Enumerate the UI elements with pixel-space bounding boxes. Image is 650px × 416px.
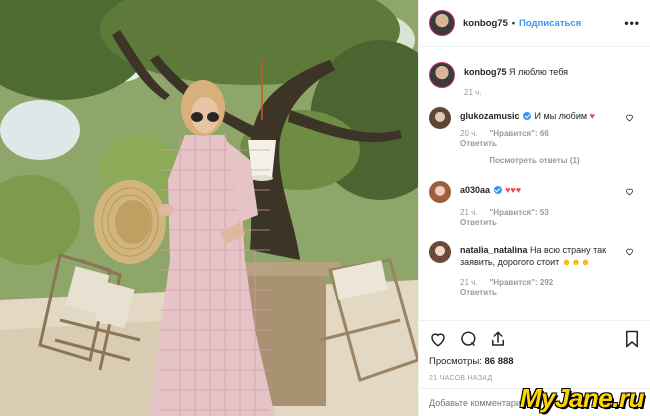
caption-time[interactable]: 21 ч.	[464, 88, 482, 97]
caption-message: Я люблю тебя	[509, 67, 569, 77]
share-icon[interactable]	[489, 330, 507, 348]
comment-meta: 21 ч. "Нравится": 53	[460, 208, 622, 217]
action-icons	[429, 327, 640, 351]
comment-likes[interactable]: "Нравится": 66	[490, 129, 549, 138]
heart-emoji: ♥♥♥	[505, 185, 522, 195]
comment-like-icon[interactable]	[625, 247, 634, 256]
caption-username[interactable]: konbog75	[464, 67, 507, 77]
follow-button[interactable]: Подписаться	[519, 18, 581, 29]
comment-item: natalia_natalina На всю страну так заяви…	[419, 241, 650, 297]
comment-time[interactable]: 21 ч.	[460, 208, 478, 217]
heart-emoji: ♥	[589, 111, 595, 121]
caption-meta: 21 ч.	[464, 88, 622, 97]
heart-icon[interactable]	[429, 330, 447, 348]
commenter-username[interactable]: natalia_natalina	[460, 245, 528, 255]
post-sidebar: konbog75 • Подписаться ••• konbog75 Я лю…	[418, 0, 650, 416]
comment-time[interactable]: 20 ч.	[460, 129, 478, 138]
photo-scene	[0, 0, 418, 416]
comment-item: glukozamusic И мы любим ♥ 20 ч. "Нравитс…	[419, 107, 650, 148]
views-count: 86 888	[484, 356, 514, 367]
views-label: Просмотры:	[429, 356, 482, 367]
commenter-avatar[interactable]	[429, 107, 451, 129]
more-horizontal-icon[interactable]: •••	[624, 16, 640, 30]
caption: konbog75 Я люблю тебя 21 ч.	[419, 62, 650, 97]
post-photo[interactable]	[0, 0, 418, 416]
comment-meta: 20 ч. "Нравится": 66	[460, 129, 622, 138]
comment-item: a030aa ♥♥♥ 21 ч. "Нравится": 53 Ответить	[419, 181, 650, 227]
comment-like-icon[interactable]	[625, 113, 634, 122]
separator-dot: •	[511, 18, 516, 28]
watermark-logo: MyJane.ru	[519, 383, 645, 413]
commenter-username[interactable]: glukozamusic	[460, 111, 520, 121]
comment-time[interactable]: 21 ч.	[460, 278, 478, 287]
comment-message: И мы любим	[534, 111, 588, 121]
caption-avatar[interactable]	[429, 62, 455, 88]
reply-button[interactable]: Ответить	[460, 218, 622, 227]
verified-badge-icon	[523, 112, 532, 120]
comment-text: glukozamusic И мы любим ♥	[460, 110, 622, 122]
commenter-avatar[interactable]	[429, 241, 451, 263]
bookmark-icon[interactable]	[624, 330, 640, 348]
view-replies-button[interactable]: Посмотреть ответы (1)	[419, 156, 650, 165]
reply-button[interactable]: Ответить	[460, 288, 622, 297]
comments-list: konbog75 Я люблю тебя 21 ч. glukozamusic…	[419, 48, 650, 320]
verified-badge-icon	[493, 186, 502, 194]
views-counter[interactable]: Просмотры: 86 888	[429, 356, 640, 367]
author-username[interactable]: konbog75	[463, 18, 508, 29]
comment-meta: 21 ч. "Нравится": 292	[460, 278, 622, 287]
post-actions: Просмотры: 86 888 21 ЧАСОВ НАЗАД	[419, 320, 650, 382]
author-avatar[interactable]	[429, 10, 455, 36]
commenter-avatar[interactable]	[429, 181, 451, 203]
comment-like-icon[interactable]	[625, 187, 634, 196]
comment-icon[interactable]	[459, 330, 477, 348]
commenter-username[interactable]: a030aa	[460, 185, 490, 195]
comment-likes[interactable]: "Нравится": 53	[490, 208, 549, 217]
comment-text: natalia_natalina На всю страну так заяви…	[460, 244, 622, 268]
comment-text: a030aa ♥♥♥	[460, 184, 622, 196]
post-timestamp[interactable]: 21 ЧАСОВ НАЗАД	[429, 375, 640, 382]
caption-text: konbog75 Я люблю тебя	[464, 66, 622, 78]
smile-emoji: ☻☻☻	[561, 257, 591, 267]
comment-likes[interactable]: "Нравится": 292	[490, 278, 554, 287]
reply-button[interactable]: Ответить	[460, 139, 622, 148]
post-header: konbog75 • Подписаться •••	[419, 0, 650, 47]
